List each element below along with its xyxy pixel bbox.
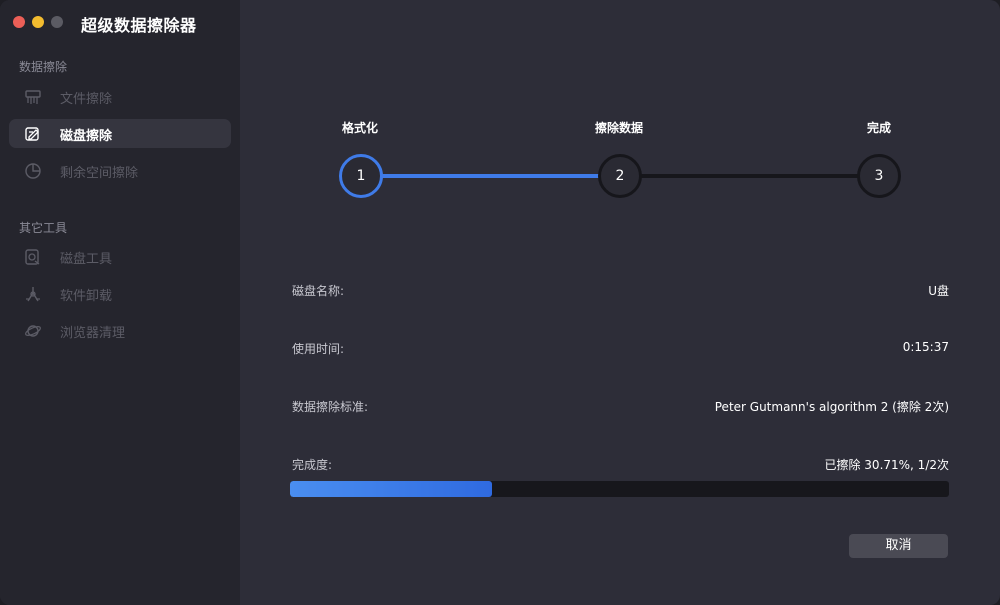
time-used-label: 使用时间: — [292, 342, 345, 356]
section-title-other-tools: 其它工具 — [19, 221, 68, 235]
main-panel: 格式化 擦除数据 完成 1 2 3 磁盘名称: U盘 使用时间: 0:15:37… — [240, 0, 1000, 605]
sidebar-item-disk-erase[interactable]: 磁盘擦除 — [9, 119, 231, 148]
sidebar-item-label: 剩余空间擦除 — [60, 166, 139, 181]
zoom-window-button[interactable] — [51, 16, 63, 28]
sidebar-item-browser-clean[interactable]: 浏览器清理 — [9, 316, 231, 345]
step-label-erase-data: 擦除数据 — [595, 121, 644, 135]
erase-standard-value: Peter Gutmann's algorithm 2 (擦除 2次) — [714, 400, 949, 414]
sidebar-item-label: 软件卸载 — [60, 289, 113, 304]
sidebar-item-label: 文件擦除 — [60, 92, 113, 107]
sidebar-item-uninstall[interactable]: 软件卸载 — [9, 279, 231, 308]
disk-name-value: U盘 — [928, 284, 949, 298]
section-title-data-erase: 数据擦除 — [19, 60, 68, 74]
disk-tool-icon — [25, 249, 40, 265]
step-circle-2: 2 — [598, 154, 642, 198]
disk-name-label: 磁盘名称: — [292, 284, 345, 298]
app-title: 超级数据擦除器 — [81, 16, 197, 35]
step-label-format: 格式化 — [342, 121, 379, 135]
time-used-value: 0:15:37 — [902, 340, 949, 354]
app-window: 数据擦除 文件擦除 磁盘擦除 剩余空间擦除 其它工具 磁盘工具 软件卸载 浏览器… — [0, 0, 1000, 605]
sidebar-item-file-erase[interactable]: 文件擦除 — [9, 82, 231, 111]
step-circle-1: 1 — [339, 154, 383, 198]
sidebar: 数据擦除 文件擦除 磁盘擦除 剩余空间擦除 其它工具 磁盘工具 软件卸载 浏览器… — [0, 0, 240, 605]
disk-edit-icon — [25, 127, 39, 141]
step-connector-1 — [380, 174, 600, 178]
step-connector-2 — [638, 174, 860, 178]
sidebar-item-label: 磁盘工具 — [60, 252, 113, 267]
close-window-button[interactable] — [13, 16, 25, 28]
progress-bar — [290, 481, 949, 497]
cancel-button[interactable]: 取消 — [849, 534, 948, 558]
progress-bar-fill — [290, 481, 493, 497]
sidebar-item-label: 磁盘擦除 — [60, 129, 113, 144]
step-label-complete: 完成 — [867, 121, 892, 135]
uninstall-icon — [26, 287, 40, 302]
pie-chart-icon — [25, 163, 41, 179]
sidebar-item-free-space-erase[interactable]: 剩余空间擦除 — [9, 156, 231, 185]
minimize-window-button[interactable] — [32, 16, 44, 28]
shredder-icon — [25, 90, 41, 104]
progress-value: 已擦除 30.71%, 1/2次 — [824, 458, 949, 472]
step-circle-3: 3 — [857, 154, 901, 198]
planet-icon — [25, 325, 41, 337]
sidebar-item-disk-tool[interactable]: 磁盘工具 — [9, 242, 231, 271]
sidebar-item-label: 浏览器清理 — [60, 326, 126, 341]
erase-standard-label: 数据擦除标准: — [292, 400, 369, 414]
progress-label: 完成度: — [292, 458, 333, 472]
